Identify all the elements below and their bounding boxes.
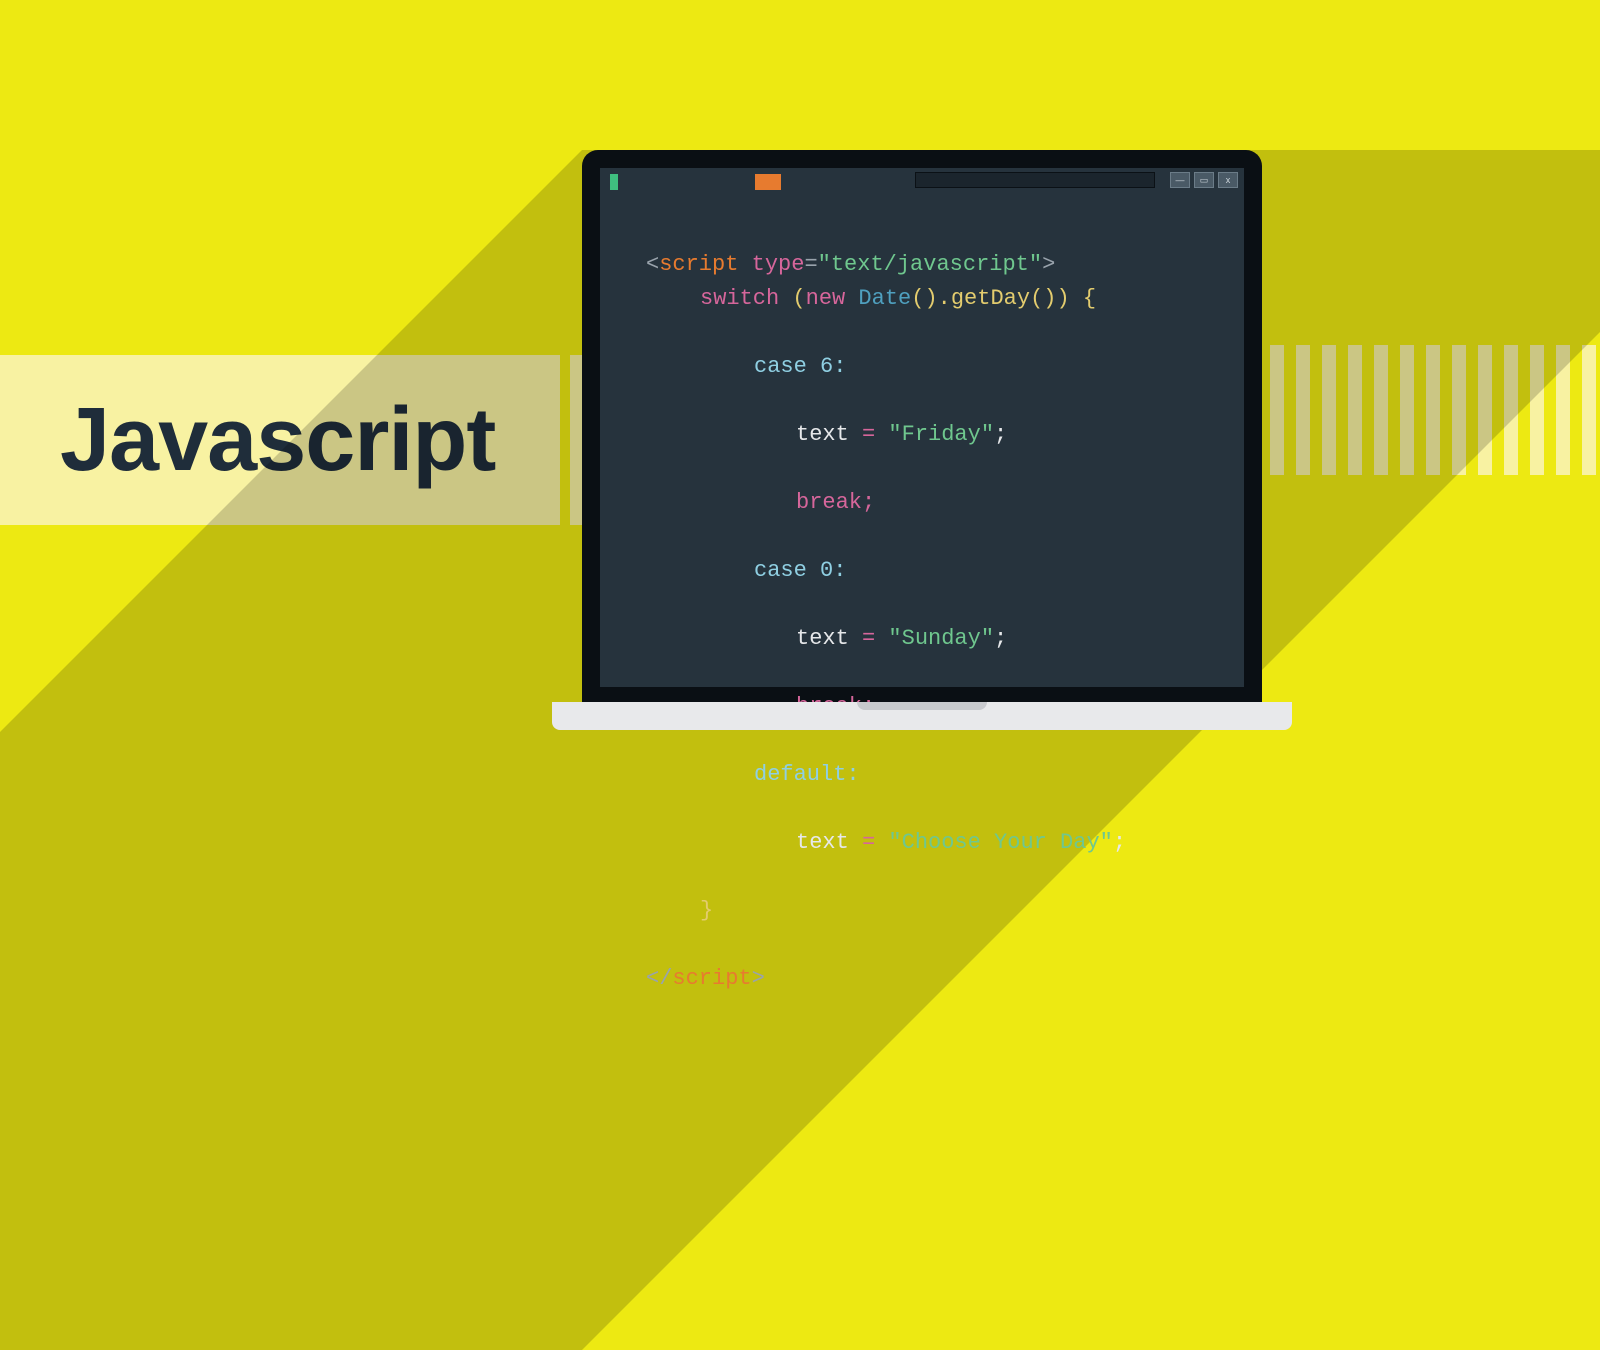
laptop-notch [857, 702, 987, 710]
code-token: ; [994, 422, 1007, 447]
code-token: Date [845, 286, 911, 311]
editor-topbar: — ▭ x [600, 168, 1244, 194]
minimize-button[interactable]: — [1170, 172, 1190, 188]
laptop-screen: — ▭ x <script type="text/javascript"> sw… [582, 150, 1262, 705]
code-token: new [806, 286, 846, 311]
code-editor: — ▭ x <script type="text/javascript"> sw… [600, 168, 1244, 687]
code-token: "Friday" [888, 422, 994, 447]
code-token: "Sunday" [888, 626, 994, 651]
code-token: case 0: [754, 558, 846, 583]
code-token: text [796, 830, 862, 855]
code-token: = [862, 626, 888, 651]
maximize-button[interactable]: ▭ [1194, 172, 1214, 188]
code-token: text [796, 626, 862, 651]
code-token: = [804, 252, 817, 277]
address-bar[interactable] [915, 172, 1155, 188]
code-token: "Choose Your Day" [888, 830, 1112, 855]
close-button[interactable]: x [1218, 172, 1238, 188]
code-block: <script type="text/javascript"> switch (… [646, 214, 1126, 1030]
window-controls: — ▭ x [1170, 172, 1238, 188]
code-token: type [752, 252, 805, 277]
laptop: — ▭ x <script type="text/javascript"> sw… [582, 150, 1262, 730]
code-token: = [862, 830, 888, 855]
indicator-green-icon [610, 174, 618, 190]
code-token: script [659, 252, 738, 277]
code-token: switch [700, 286, 779, 311]
code-token: > [752, 966, 765, 991]
code-token: > [1042, 252, 1055, 277]
code-token [738, 252, 751, 277]
code-token: = [862, 422, 888, 447]
code-token: ().getDay()) { [911, 286, 1096, 311]
code-token: < [646, 252, 659, 277]
code-token: } [700, 898, 713, 923]
laptop-base [552, 702, 1292, 730]
code-token: script [672, 966, 751, 991]
code-token: text [796, 422, 862, 447]
code-token: break; [796, 490, 875, 515]
code-token: ( [779, 286, 805, 311]
code-token: ; [994, 626, 1007, 651]
code-token: </ [646, 966, 672, 991]
code-token: "text/javascript" [818, 252, 1042, 277]
code-token: ; [1113, 830, 1126, 855]
code-token: default: [754, 762, 860, 787]
indicator-orange-icon [755, 174, 781, 190]
code-token: case 6: [754, 354, 846, 379]
